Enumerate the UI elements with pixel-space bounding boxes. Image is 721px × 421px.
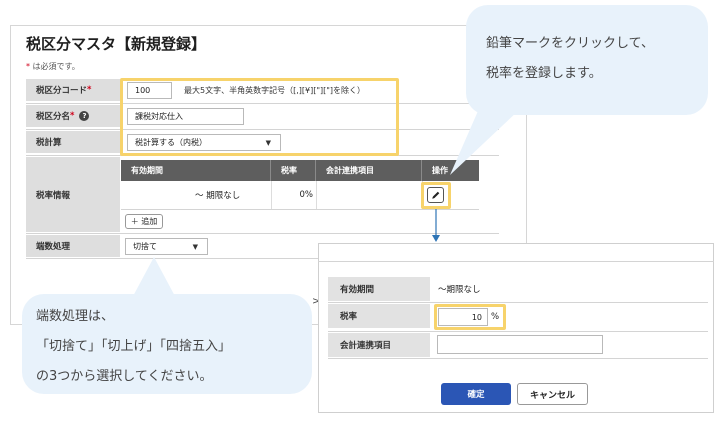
row-divider [328,358,708,359]
popup-account-label: 会計連携項目 [328,333,430,357]
pencil-icon [431,191,439,199]
popup-rate-input[interactable]: 10 [438,308,488,326]
add-rate-button[interactable]: ＋ 追加 [125,214,163,229]
confirm-button[interactable]: 確定 [441,383,511,405]
rounding-select-value: 切捨て [133,242,157,251]
cell-divider [316,181,317,209]
name-label: 税区分名 * ? [26,105,120,127]
name-label-text: 税区分名 [36,112,71,122]
bubble-line: 端数処理は、 [36,309,115,324]
bubble-line: の3つから選択してください。 [36,369,213,384]
required-note: * は必須です。 [26,61,80,72]
popup-rate-label: 税率 [328,304,430,328]
calc-label-text: 税計算 [36,138,62,148]
col-period: 有効期間 [121,160,271,181]
rounding-label: 端数処理 [26,235,120,257]
arrow-down-icon [432,209,440,242]
required-note-text: は必須です。 [32,62,80,71]
code-label: 税区分コード * [26,79,120,101]
rate-edit-dialog [318,243,714,413]
rate-info-label-text: 税率情報 [36,190,71,201]
rate-info-label: 税率情報 [26,157,120,232]
highlight-frame [120,78,399,156]
chevron-down-icon: ▼ [192,242,198,251]
required-mark: * [87,85,92,95]
code-label-text: 税区分コード [36,86,88,96]
cancel-button[interactable]: キャンセル [517,383,588,405]
dialog-header-divider [318,261,714,262]
rounding-label-text: 端数処理 [36,242,71,252]
row-divider [328,331,708,332]
popup-period-label: 有効期間 [328,277,430,301]
instruction-bubble-top: 鉛筆マークをクリックして、 税率を登録します。 [466,5,708,115]
help-icon[interactable]: ? [79,111,90,121]
popup-account-input[interactable] [437,335,603,354]
required-mark: * [70,111,75,121]
rounding-select[interactable]: 切捨て ▼ [125,238,208,255]
popup-period-value: 〜期限なし [438,285,481,295]
row-divider [328,302,708,303]
bubble-line: 鉛筆マークをクリックして、 [486,36,654,51]
edit-rate-button[interactable] [427,187,444,203]
col-account: 会計連携項目 [316,160,422,181]
calc-label: 税計算 [26,131,120,153]
page-title: 税区分マスタ【新規登録】 [26,35,207,53]
col-rate: 税率 [271,160,316,181]
bubble-line: 「切捨て」「切上げ」「四捨五入」 [36,339,232,354]
required-mark: * [26,62,30,71]
row-divider [121,209,479,210]
instruction-bubble-bottom: 端数処理は、 「切捨て」「切上げ」「四捨五入」 の3つから選択してください。 [22,294,312,394]
popup-rate-unit: % [491,312,500,322]
row-divider [26,233,499,234]
rate-row-rate: 0% [299,190,314,200]
bubble-line: 税率を登録します。 [486,66,602,81]
rate-row-period: 〜 期限なし [195,191,241,201]
